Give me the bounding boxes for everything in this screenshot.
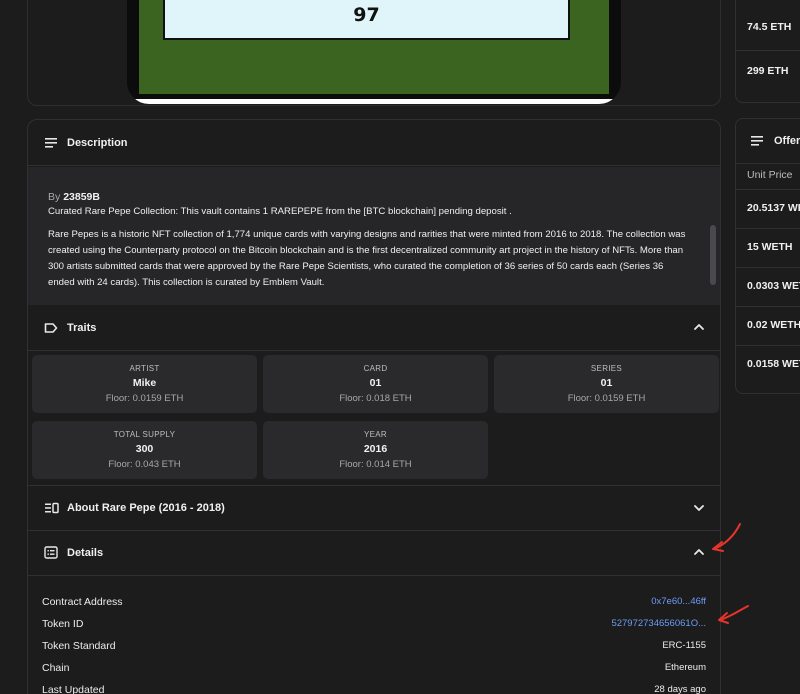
trait-card[interactable]: CARD 01 Floor: 0.018 ETH [263, 355, 488, 413]
offer-price: 0.0158 WETH [747, 358, 800, 370]
trait-value: 2016 [363, 443, 388, 455]
chevron-down-icon[interactable] [692, 501, 706, 515]
trait-value: 01 [600, 377, 613, 389]
trait-floor: Floor: 0.0159 ETH [567, 393, 646, 404]
tag-icon [43, 320, 59, 336]
trait-value: 300 [135, 443, 154, 455]
description-byline: By 23859B [48, 191, 700, 203]
nft-artwork-stripe [127, 99, 621, 104]
offer-row[interactable]: 0.0303 WETH [736, 267, 800, 306]
details-list-icon [43, 545, 59, 561]
trait-floor: Floor: 0.043 ETH [108, 459, 181, 470]
offer-row[interactable]: 15 WETH [736, 228, 800, 267]
trait-type: SERIES [590, 364, 623, 373]
detail-row-token-id: Token ID 527972734656061O... [42, 618, 706, 634]
chevron-up-icon[interactable] [692, 320, 706, 334]
nft-artwork-card: 97 [163, 0, 570, 40]
trait-floor: Floor: 0.018 ETH [339, 393, 412, 404]
token-id-link[interactable]: 527972734656061O... [611, 618, 706, 629]
offers-panel: Offers Unit Price 20.5137 WETH 15 WETH 0… [735, 118, 800, 394]
nft-artwork-background: 97 [139, 0, 609, 94]
detail-row-contract: Contract Address 0x7e60...46ff [42, 596, 706, 612]
detail-row-last-updated: Last Updated 28 days ago [42, 684, 706, 694]
trait-year[interactable]: YEAR 2016 Floor: 0.014 ETH [263, 421, 488, 479]
author-link[interactable]: 23859B [63, 191, 100, 203]
price-value: 74.5 ETH [747, 21, 792, 33]
price-history-panel: 74.5 ETH 299 ETH [735, 0, 800, 103]
detail-label: Contract Address [42, 596, 123, 608]
description-title: Description [67, 136, 128, 149]
price-value: 299 ETH [747, 65, 789, 77]
trait-value: 01 [369, 377, 382, 389]
lines-icon [43, 135, 59, 151]
about-title: About Rare Pepe (2016 - 2018) [67, 502, 225, 514]
description-scrollbar[interactable] [710, 225, 716, 285]
trait-total-supply[interactable]: TOTAL SUPPLY 300 Floor: 0.043 ETH [32, 421, 257, 479]
offer-row[interactable]: 20.5137 WETH [736, 189, 800, 228]
offer-price: 15 WETH [747, 241, 793, 253]
detail-label: Token Standard [42, 640, 116, 652]
details-title: Details [67, 546, 104, 559]
detail-value: 28 days ago [654, 684, 706, 694]
offers-title: Offers [774, 135, 800, 147]
nft-artwork-number: 97 [353, 4, 380, 26]
byline-prefix: By [48, 191, 61, 203]
price-row[interactable]: 299 ETH [736, 51, 800, 95]
annotation-arrow-icon [718, 605, 749, 624]
description-body: By 23859B Curated Rare Pepe Collection: … [28, 167, 720, 305]
trait-type: CARD [363, 364, 388, 373]
trait-value: Mike [132, 377, 157, 389]
detail-value: ERC-1155 [662, 640, 706, 651]
annotation-arrow-icon [712, 523, 741, 552]
contract-address-link[interactable]: 0x7e60...46ff [651, 596, 706, 607]
detail-label: Token ID [42, 618, 84, 630]
detail-label: Last Updated [42, 684, 105, 694]
price-row[interactable]: 74.5 ETH [736, 7, 800, 51]
detail-row-token-standard: Token Standard ERC-1155 [42, 640, 706, 656]
trait-artist[interactable]: ARTIST Mike Floor: 0.0159 ETH [32, 355, 257, 413]
trait-floor: Floor: 0.014 ETH [339, 459, 412, 470]
description-summary: Curated Rare Pepe Collection: This vault… [48, 206, 512, 217]
traits-grid: ARTIST Mike Floor: 0.0159 ETH CARD 01 Fl… [32, 355, 719, 485]
offer-price: 20.5137 WETH [747, 202, 800, 214]
detail-label: Chain [42, 662, 70, 674]
trait-type: TOTAL SUPPLY [113, 430, 176, 439]
description-paragraph: Rare Pepes is a historic NFT collection … [48, 229, 686, 288]
trait-type: ARTIST [129, 364, 160, 373]
offers-header[interactable]: Offers [736, 119, 800, 164]
trait-series[interactable]: SERIES 01 Floor: 0.0159 ETH [494, 355, 719, 413]
collection-info-icon [43, 500, 59, 516]
about-header[interactable]: About Rare Pepe (2016 - 2018) [28, 485, 720, 531]
offers-column-unit-price: Unit Price [747, 169, 793, 181]
nft-artwork[interactable]: 97 [127, 0, 621, 104]
offer-price: 0.0303 WETH [747, 280, 800, 292]
lines-icon [750, 134, 764, 148]
detail-value: Ethereum [664, 662, 706, 673]
offer-price: 0.02 WETH [747, 319, 800, 331]
offer-row[interactable]: 0.02 WETH [736, 306, 800, 345]
item-info-panel: Description By 23859B Curated Rare Pepe … [27, 119, 721, 694]
details-header[interactable]: Details [28, 530, 720, 576]
description-header[interactable]: Description [28, 120, 720, 166]
detail-row-chain: Chain Ethereum [42, 662, 706, 678]
offer-row[interactable]: 0.0158 WETH [736, 345, 800, 384]
trait-floor: Floor: 0.0159 ETH [105, 393, 184, 404]
traits-title: Traits [67, 321, 97, 334]
trait-type: YEAR [364, 430, 387, 439]
traits-header[interactable]: Traits [28, 305, 720, 351]
